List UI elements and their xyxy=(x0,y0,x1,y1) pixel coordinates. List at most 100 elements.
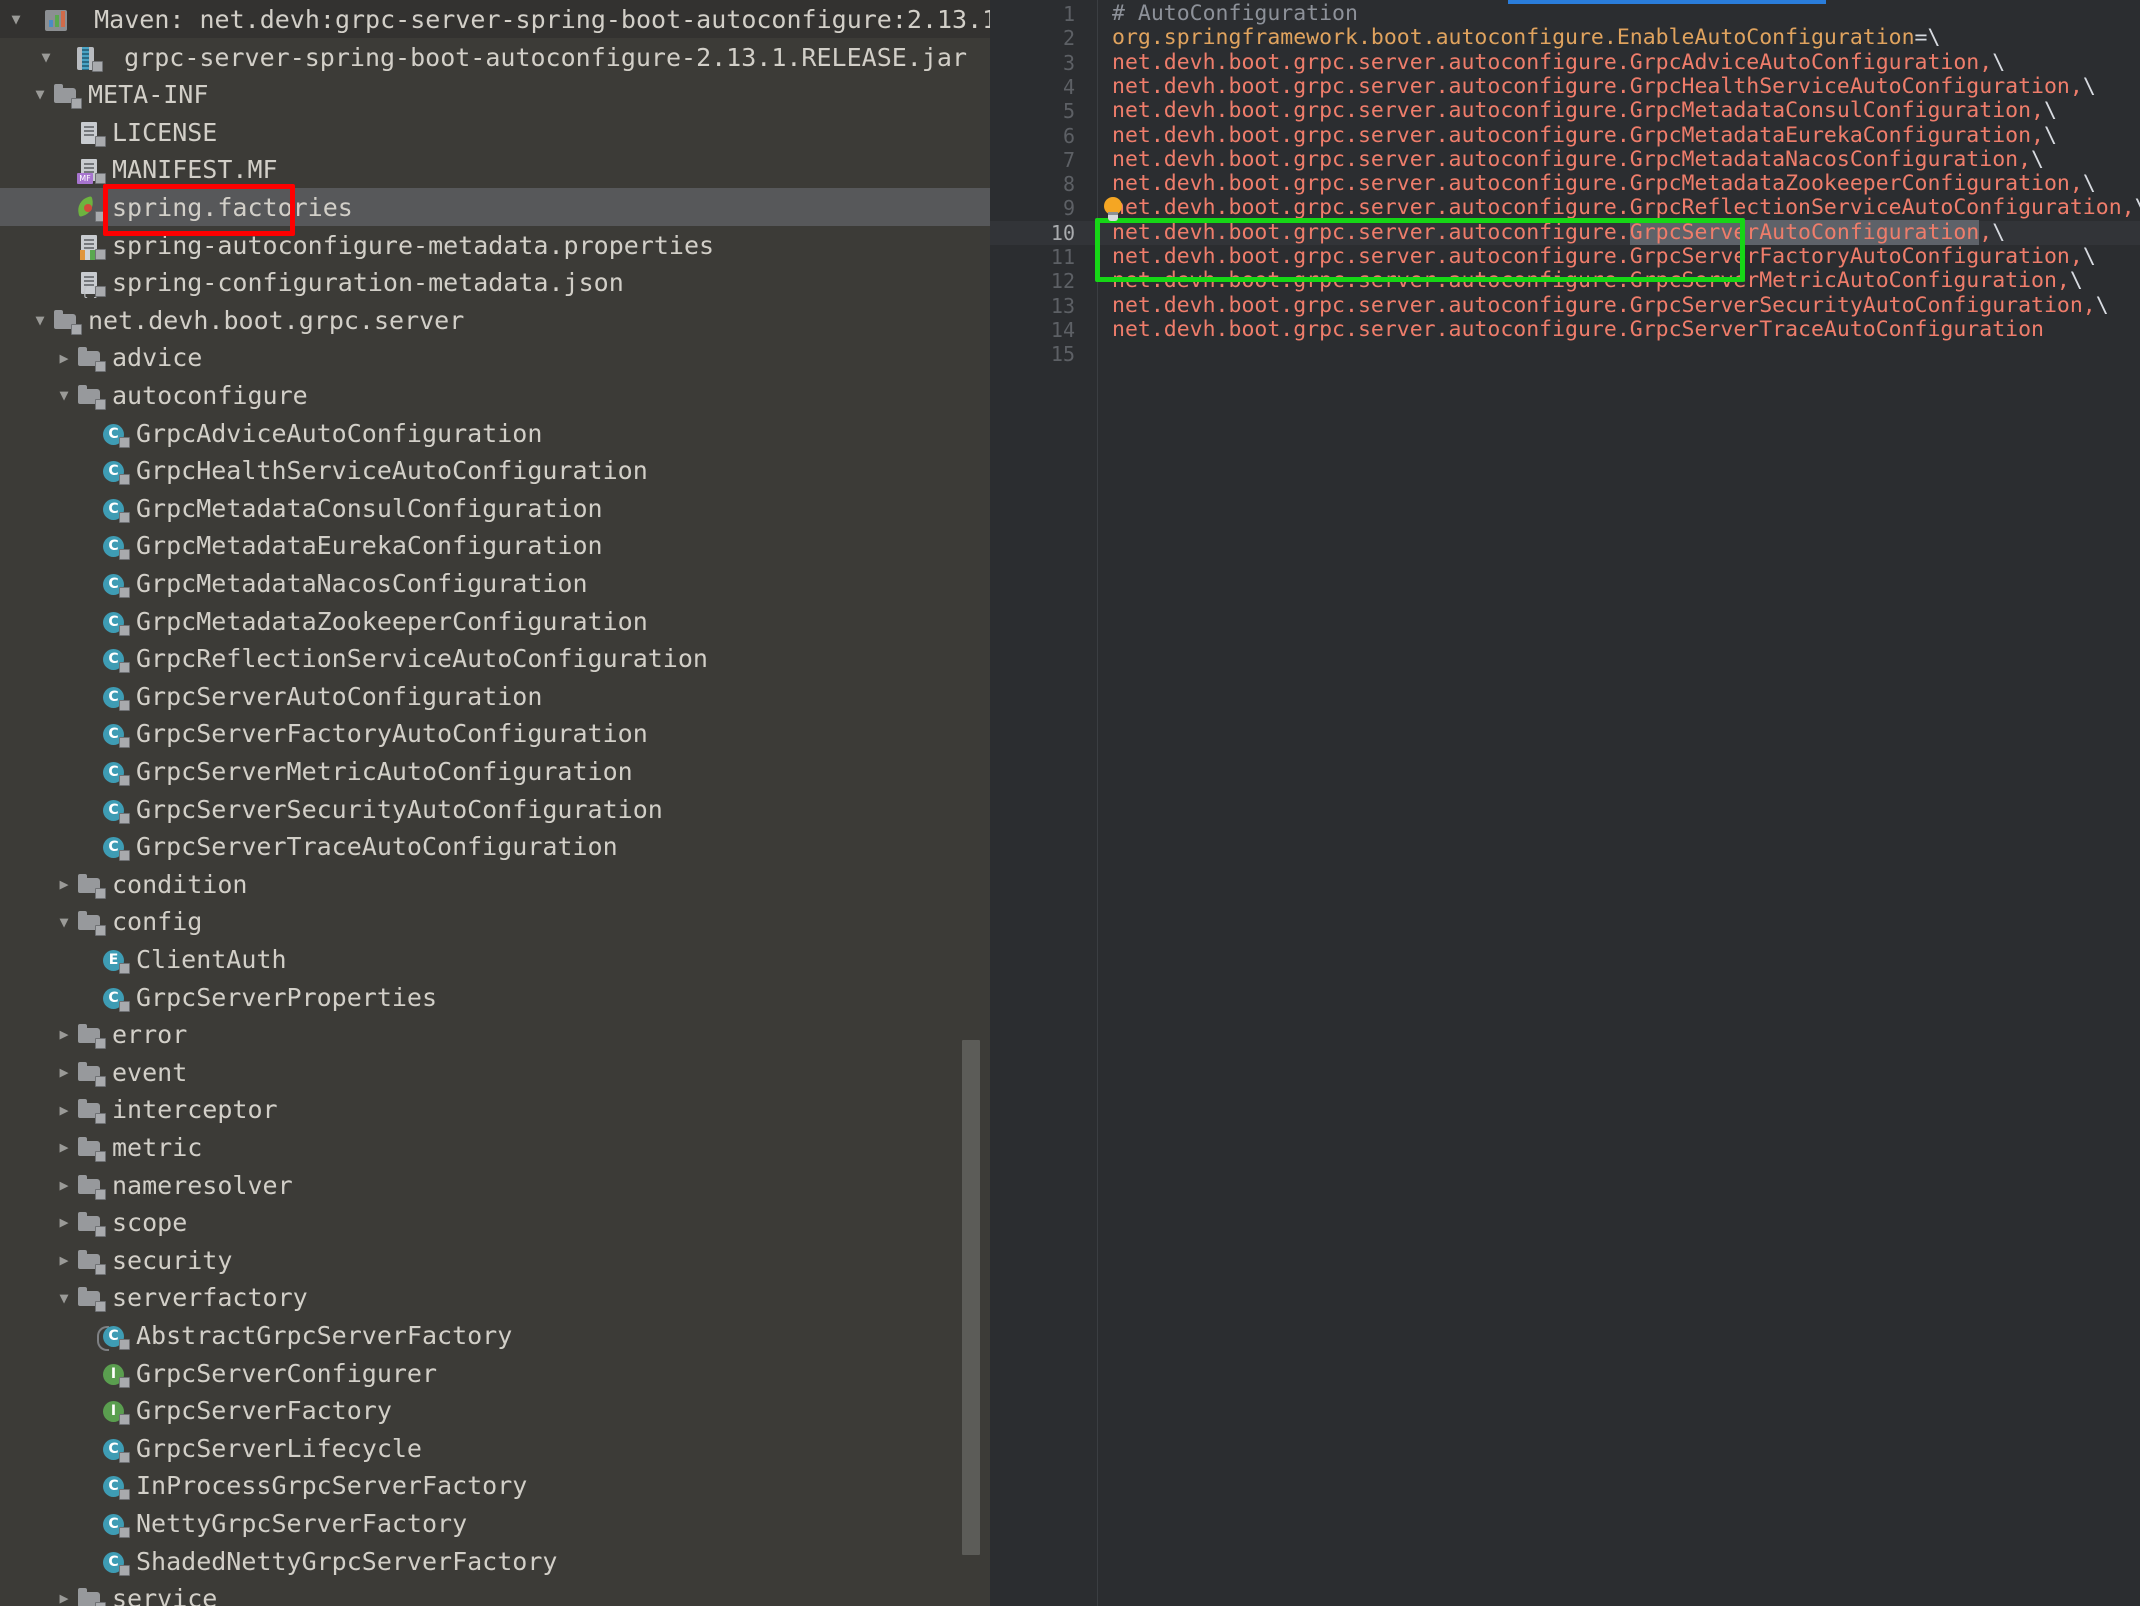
chevron-down-icon[interactable]: ▼ xyxy=(34,39,58,77)
tree-row-error[interactable]: ▶error xyxy=(0,1015,990,1053)
tree-row-manifest-mf[interactable]: ▸MFMANIFEST.MF xyxy=(0,150,990,188)
tree-row-interceptor[interactable]: ▶ interceptor xyxy=(0,1090,990,1128)
tree-row-grpcserverfactoryautoconfiguration[interactable]: ▸CGrpcServerFactoryAutoConfiguration xyxy=(0,714,990,752)
file-icon xyxy=(76,119,106,147)
tree-row-service[interactable]: ▶ service xyxy=(0,1579,990,1606)
tree-row-event[interactable]: ▶ event xyxy=(0,1053,990,1091)
editor-line-5[interactable]: 5net.devh.boot.grpc.server.autoconfigure… xyxy=(990,99,2140,123)
value-token: net.devh.boot.grpc.server.autoconfigure.… xyxy=(1112,147,2031,172)
tree-row-grpcmetadataconsulconfiguration[interactable]: ▸CGrpcMetadataConsulConfiguration xyxy=(0,489,990,527)
chevron-down-icon[interactable]: ▼ xyxy=(52,377,76,415)
editor-line-8[interactable]: 8net.devh.boot.grpc.server.autoconfigure… xyxy=(990,172,2140,196)
chevron-down-icon[interactable]: ▼ xyxy=(28,302,52,340)
tree-row-metric[interactable]: ▶metric xyxy=(0,1128,990,1166)
tree-row-meta-inf[interactable]: ▼META-INF xyxy=(0,75,990,113)
tree-row-grpcserverconfigurer[interactable]: ▸IGrpcServerConfigurer xyxy=(0,1354,990,1392)
line-number: 15 xyxy=(990,342,1075,366)
editor-line-12[interactable]: 12net.devh.boot.grpc.server.autoconfigur… xyxy=(990,269,2140,293)
tree-row-grpcreflectionserviceautoconfiguration[interactable]: ▸CGrpcReflectionServiceAutoConfiguration xyxy=(0,639,990,677)
tree-row-grpcmetadataeurekaconfiguration[interactable]: ▸CGrpcMetadataEurekaConfiguration xyxy=(0,526,990,564)
tree-row-license[interactable]: ▸LICENSE xyxy=(0,113,990,151)
chevron-right-icon[interactable]: ▶ xyxy=(52,1580,76,1606)
tree-row-grpcmetadatazookeeperconfiguration[interactable]: ▸CGrpcMetadataZookeeperConfiguration xyxy=(0,602,990,640)
chevron-right-icon[interactable]: ▶ xyxy=(52,1204,76,1242)
tree-row-grpcmetadatanacosconfiguration[interactable]: ▸CGrpcMetadataNacosConfiguration xyxy=(0,564,990,602)
tree-row-grpchealthserviceautoconfiguration[interactable]: ▸CGrpcHealthServiceAutoConfiguration xyxy=(0,451,990,489)
tree-row-grpcserverproperties[interactable]: ▸CGrpcServerProperties xyxy=(0,978,990,1016)
tree-item-label: GrpcServerConfigurer xyxy=(136,1359,437,1388)
tree-row-net-devh-boot-grpc-server[interactable]: ▼net.devh.boot.grpc.server xyxy=(0,301,990,339)
tree-row-nettygrpcserverfactory[interactable]: ▸CNettyGrpcServerFactory xyxy=(0,1504,990,1542)
tree-row-advice[interactable]: ▶advice xyxy=(0,338,990,376)
tree-row-security[interactable]: ▶security xyxy=(0,1241,990,1279)
tree-row-inprocessgrpcserverfactory[interactable]: ▸CInProcessGrpcServerFactory xyxy=(0,1466,990,1504)
java-class-icon: C xyxy=(100,532,130,560)
line-continuation-token: \ xyxy=(2135,195,2140,220)
editor-line-15[interactable]: 15 xyxy=(990,342,2140,366)
tree-row-shadednettygrpcserverfactory[interactable]: ▸CShadedNettyGrpcServerFactory xyxy=(0,1542,990,1580)
tree-item-label: GrpcServerSecurityAutoConfiguration xyxy=(136,795,663,824)
chevron-down-icon[interactable]: ▼ xyxy=(52,904,76,942)
tree-row-abstractgrpcserverfactory[interactable]: ▸CAbstractGrpcServerFactory xyxy=(0,1316,990,1354)
editor-line-4[interactable]: 4net.devh.boot.grpc.server.autoconfigure… xyxy=(990,75,2140,99)
tree-row-condition[interactable]: ▶condition xyxy=(0,865,990,903)
chevron-right-icon[interactable]: ▶ xyxy=(52,1129,76,1167)
tree-vertical-scrollbar[interactable] xyxy=(962,1040,980,1555)
tree-row-grpcservermetricautoconfiguration[interactable]: ▸CGrpcServerMetricAutoConfiguration xyxy=(0,752,990,790)
tree-row-spring-configuration-metadata-json[interactable]: ▸{ }spring-configuration-metadata.json xyxy=(0,263,990,301)
tree-row-maven-root[interactable]: ▼ Maven: net.devh:grpc-server-spring-boo… xyxy=(0,0,990,38)
tree-item-label: GrpcServerMetricAutoConfiguration xyxy=(136,757,633,786)
intention-bulb-icon[interactable] xyxy=(1102,197,1124,223)
chevron-down-icon[interactable]: ▼ xyxy=(52,1280,76,1318)
chevron-right-icon[interactable]: ▶ xyxy=(52,1242,76,1280)
editor-line-3[interactable]: 3net.devh.boot.grpc.server.autoconfigure… xyxy=(990,51,2140,75)
tree-row-grpcadviceautoconfiguration[interactable]: ▸CGrpcAdviceAutoConfiguration xyxy=(0,414,990,452)
chevron-right-icon[interactable]: ▶ xyxy=(52,1016,76,1054)
tree-row-clientauth[interactable]: ▸EClientAuth xyxy=(0,940,990,978)
chevron-down-icon[interactable]: ▼ xyxy=(4,1,28,39)
tree-item-label: event xyxy=(112,1058,187,1087)
folder-icon xyxy=(76,1096,106,1124)
editor-line-13[interactable]: 13net.devh.boot.grpc.server.autoconfigur… xyxy=(990,294,2140,318)
tree-row-serverfactory[interactable]: ▼serverfactory xyxy=(0,1278,990,1316)
java-class-icon: C xyxy=(100,457,130,485)
chevron-right-icon[interactable]: ▶ xyxy=(52,340,76,378)
tree-item-label: service xyxy=(112,1584,217,1606)
tree-row-config[interactable]: ▼config xyxy=(0,902,990,940)
value-token: net.devh.boot.grpc.server.autoconfigure.… xyxy=(1112,293,2096,318)
tree-row-grpcserversecurityautoconfiguration[interactable]: ▸CGrpcServerSecurityAutoConfiguration xyxy=(0,790,990,828)
code-editor-panel[interactable]: 1# AutoConfiguration2org.springframework… xyxy=(990,0,2140,1606)
tree-row-spring-factories[interactable]: ▸spring.factories xyxy=(0,188,990,226)
tree-row-grpcserverfactory[interactable]: ▸IGrpcServerFactory xyxy=(0,1391,990,1429)
editor-line-9[interactable]: 9net.devh.boot.grpc.server.autoconfigure… xyxy=(990,196,2140,220)
tree-item-label: nameresolver xyxy=(112,1171,293,1200)
comment-token: # AutoConfiguration xyxy=(1112,1,1358,26)
tree-row-grpcserverlifecycle[interactable]: ▸CGrpcServerLifecycle xyxy=(0,1429,990,1467)
tree-row-grpcserverautoconfiguration[interactable]: ▸CGrpcServerAutoConfiguration xyxy=(0,677,990,715)
tree-item-label: interceptor xyxy=(112,1096,278,1125)
editor-line-10[interactable]: 10net.devh.boot.grpc.server.autoconfigur… xyxy=(990,221,2140,245)
editor-line-1[interactable]: 1# AutoConfiguration xyxy=(990,2,2140,26)
tree-row-autoconfigure[interactable]: ▼autoconfigure xyxy=(0,376,990,414)
line-code: net.devh.boot.grpc.server.autoconfigure.… xyxy=(1112,318,2044,342)
tree-spacer: ▸ xyxy=(76,565,100,603)
chevron-right-icon[interactable]: ▶ xyxy=(52,866,76,904)
chevron-right-icon[interactable]: ▶ xyxy=(52,1167,76,1205)
chevron-right-icon[interactable]: ▶ xyxy=(52,1054,76,1092)
line-code: net.devh.boot.grpc.server.autoconfigure.… xyxy=(1112,99,2057,123)
java-class-icon: C xyxy=(100,570,130,598)
tree-row-jar[interactable]: ▼ grpc-server-spring-boot-autoconfigure-… xyxy=(0,38,990,76)
editor-line-7[interactable]: 7net.devh.boot.grpc.server.autoconfigure… xyxy=(990,148,2140,172)
editor-line-11[interactable]: 11net.devh.boot.grpc.server.autoconfigur… xyxy=(990,245,2140,269)
line-code: net.devh.boot.grpc.server.autoconfigure.… xyxy=(1112,172,2096,196)
editor-line-6[interactable]: 6net.devh.boot.grpc.server.autoconfigure… xyxy=(990,124,2140,148)
editor-line-14[interactable]: 14net.devh.boot.grpc.server.autoconfigur… xyxy=(990,318,2140,342)
tree-row-scope[interactable]: ▶scope xyxy=(0,1203,990,1241)
editor-line-2[interactable]: 2org.springframework.boot.autoconfigure.… xyxy=(990,26,2140,50)
tree-row-grpcservertraceautoconfiguration[interactable]: ▸CGrpcServerTraceAutoConfiguration xyxy=(0,827,990,865)
maven-library-tree-panel[interactable]: ▼ Maven: net.devh:grpc-server-spring-boo… xyxy=(0,0,990,1606)
tree-row-nameresolver[interactable]: ▶ nameresolver xyxy=(0,1166,990,1204)
chevron-right-icon[interactable]: ▶ xyxy=(52,1092,76,1130)
chevron-down-icon[interactable]: ▼ xyxy=(28,76,52,114)
tree-row-spring-autoconfigure-metadata-properties[interactable]: ▸spring-autoconfigure-metadata.propertie… xyxy=(0,226,990,264)
